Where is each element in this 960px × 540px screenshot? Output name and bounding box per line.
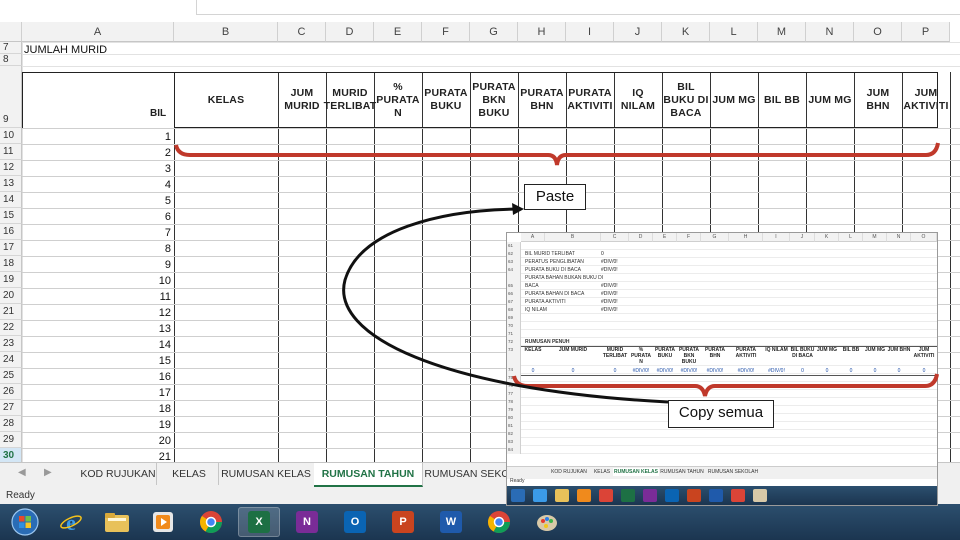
arrow-head-icon xyxy=(512,203,524,215)
paste-bracket xyxy=(174,142,940,166)
copy-to-paste-arrow xyxy=(342,207,669,404)
copy-bracket xyxy=(512,373,939,397)
copy-label: Copy semua xyxy=(668,400,774,428)
paste-label: Paste xyxy=(524,184,586,210)
annotation-overlay xyxy=(174,142,940,404)
